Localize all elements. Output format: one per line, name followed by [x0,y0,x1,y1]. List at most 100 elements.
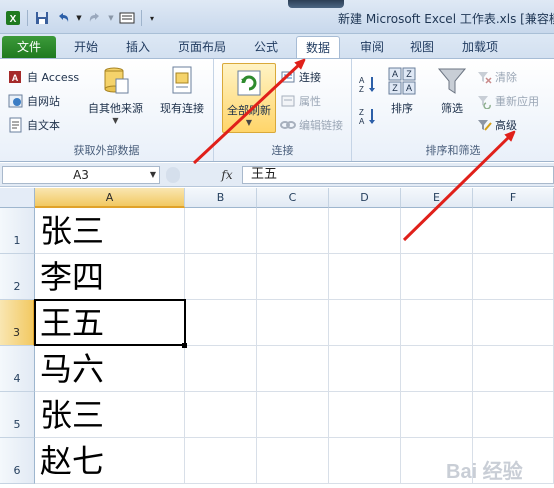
column-header[interactable]: B [185,188,257,208]
funnel-icon [437,68,467,94]
row-header[interactable]: 2 [0,254,35,300]
row-header[interactable]: 1 [0,208,35,254]
cell-e2[interactable] [401,254,473,300]
advanced-filter-button[interactable]: 高级 [476,116,517,134]
formula-input[interactable]: 王五 [242,166,554,184]
refresh-all-button[interactable]: 全部刷新 ▼ [222,63,276,133]
excel-app-icon[interactable]: X [4,9,22,27]
cell-a5[interactable]: 张三 [35,392,185,438]
cell-a1[interactable]: 张三 [35,208,185,254]
tab-8[interactable]: 加载项 [452,36,508,58]
cell-f4[interactable] [473,346,554,392]
column-header[interactable]: C [257,188,329,208]
cell-a2[interactable]: 李四 [35,254,185,300]
name-box[interactable]: A3 ▼ [2,166,160,184]
fill-handle[interactable] [182,343,187,348]
cell-d4[interactable] [329,346,401,392]
worksheet-grid: A B C D E F 1 张三 2 李四 3 王五 4 马六 5 张三 6 赵七 [0,188,554,488]
clear-button[interactable]: 清除 [476,68,517,86]
properties-button[interactable]: 属性 [280,92,321,110]
redo-icon[interactable] [86,9,104,27]
cell-d1[interactable] [329,208,401,254]
from-access-label: 自 Access [27,71,80,84]
existing-connections-button[interactable]: 现有连接 [160,65,204,116]
row-header[interactable]: 6 [0,438,35,484]
insert-function-icon[interactable]: fx [216,166,238,184]
from-access-button[interactable]: A 自 Access [8,68,79,86]
cell-c4[interactable] [257,346,329,392]
form-icon[interactable] [118,9,136,27]
qat-separator [141,10,142,26]
cell-d6[interactable] [329,438,401,484]
redo-dropdown-icon[interactable]: ▼ [107,9,115,27]
cell-a6[interactable]: 赵七 [35,438,185,484]
name-box-value: A3 [73,168,89,182]
cell-e4[interactable] [401,346,473,392]
properties-label: 属性 [299,95,321,108]
cell-d3[interactable] [329,300,401,346]
cell-c2[interactable] [257,254,329,300]
from-other-sources-button[interactable]: 自其他来源 ▼ [88,65,143,126]
sort-button[interactable]: AZZA 排序 [386,65,418,116]
cell-f5[interactable] [473,392,554,438]
tab-3[interactable]: 页面布局 [170,36,234,58]
column-header[interactable]: D [329,188,401,208]
reapply-button[interactable]: 重新应用 [476,92,539,110]
cell-b6[interactable] [185,438,257,484]
cell-d5[interactable] [329,392,401,438]
cell-c5[interactable] [257,392,329,438]
tab-7[interactable]: 视图 [400,36,444,58]
row-header[interactable]: 5 [0,392,35,438]
tab-0[interactable]: 文件 [2,36,56,58]
cell-f1[interactable] [473,208,554,254]
group-label-get-external: 获取外部数据 [73,144,140,157]
edit-links-button[interactable]: 编辑链接 [280,116,343,134]
cell-b3[interactable] [185,300,257,346]
column-header[interactable]: F [473,188,554,208]
tab-1[interactable]: 开始 [64,36,108,58]
cell-c1[interactable] [257,208,329,254]
cell-a4[interactable]: 马六 [35,346,185,392]
chevron-down-icon: ▼ [112,116,119,125]
cell-b2[interactable] [185,254,257,300]
row-header[interactable]: 3 [0,300,35,346]
select-all-corner[interactable] [0,188,35,208]
cell-f2[interactable] [473,254,554,300]
column-header[interactable]: A [35,188,185,208]
cell-c6[interactable] [257,438,329,484]
column-header[interactable]: E [401,188,473,208]
save-icon[interactable] [33,9,51,27]
group-label-sort-filter: 排序和筛选 [425,144,481,157]
cell-e5[interactable] [401,392,473,438]
cell-e3[interactable] [401,300,473,346]
sort-ascending-button[interactable]: AZ [358,75,378,94]
tab-6[interactable]: 审阅 [350,36,394,58]
formula-bar-divider-handle[interactable] [166,167,180,183]
from-web-button[interactable]: 自网站 [8,92,60,110]
connections-button[interactable]: 连接 [280,68,321,86]
filter-button[interactable]: 筛选 [436,65,468,116]
cell-b1[interactable] [185,208,257,254]
qat-separator [27,10,28,26]
undo-dropdown-icon[interactable]: ▼ [75,9,83,27]
cell-b5[interactable] [185,392,257,438]
group-label-connections: 连接 [271,144,294,157]
row-header[interactable]: 4 [0,346,35,392]
undo-icon[interactable] [54,9,72,27]
tab-5[interactable]: 数据 [296,36,340,59]
cell-f3[interactable] [473,300,554,346]
cell-d2[interactable] [329,254,401,300]
sort-descending-button[interactable]: ZA [358,107,378,126]
from-text-button[interactable]: 自文本 [8,116,60,134]
tab-4[interactable]: 公式 [244,36,288,58]
customize-qat-icon[interactable]: ▾ [147,9,157,27]
cell-e1[interactable] [401,208,473,254]
cell-c3[interactable] [257,300,329,346]
group-sort-filter: AZ ZA AZZA 排序 筛选 清除 重新应用 高级 排序和筛选 [352,59,554,161]
tab-2[interactable]: 插入 [116,36,160,58]
ribbon-tabs: 文件 开始 插入 页面布局 公式 数据 审阅 视图 加载项 [0,34,554,59]
chevron-down-icon[interactable]: ▼ [150,167,156,183]
formula-bar: A3 ▼ fx 王五 [0,163,554,187]
cell-b4[interactable] [185,346,257,392]
properties-icon [281,95,295,107]
